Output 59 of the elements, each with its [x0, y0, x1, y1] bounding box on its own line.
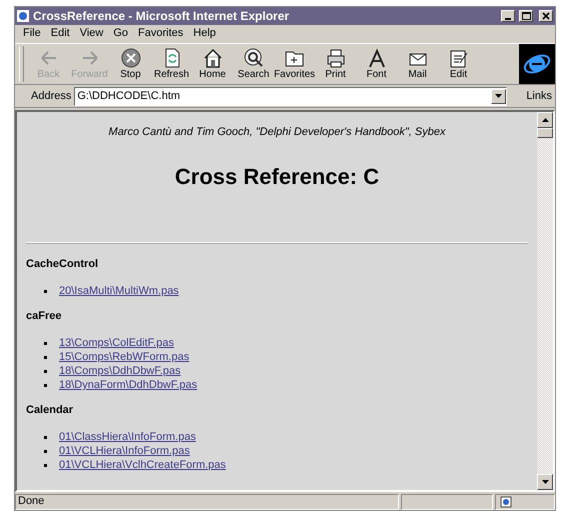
section-heading: Calendar — [26, 404, 74, 416]
file-link[interactable]: 01\VCLHiera\InfoForm.pas — [59, 445, 190, 457]
address-label: Address — [31, 90, 72, 102]
file-link[interactable]: 13\Comps\ColEditF.pas — [59, 337, 174, 349]
scroll-down-button[interactable] — [537, 474, 553, 490]
bullet — [44, 384, 47, 386]
window-title: CrossReference - Microsoft Internet Explorer — [33, 9, 290, 23]
file-link[interactable]: 15\Comps\RebWForm.pas — [59, 351, 190, 363]
bullet — [44, 436, 47, 438]
toolbar-button[interactable]: Stop — [110, 44, 151, 84]
search-icon — [242, 47, 264, 69]
close-button[interactable] — [539, 10, 553, 22]
toolbar-button[interactable]: Print — [315, 44, 356, 84]
file-link[interactable]: 18\DynaForm\DdhDbwF.pas — [59, 379, 198, 391]
bullet — [44, 356, 47, 358]
scrollbar[interactable] — [537, 112, 553, 490]
scroll-up-button[interactable] — [537, 112, 553, 128]
maximize-icon — [522, 12, 530, 20]
section-heading: CacheControl — [26, 258, 98, 270]
maximize-button[interactable] — [519, 10, 533, 22]
status-text: Done — [18, 495, 44, 507]
menu-item[interactable]: Help — [189, 27, 220, 41]
links-button[interactable]: Links — [526, 90, 552, 102]
address-field[interactable]: G:\DDHCODE\C.htm — [74, 86, 508, 106]
file-link[interactable]: 20\IsaMulti\MultiWm.pas — [59, 285, 179, 297]
bullet — [44, 450, 47, 452]
menu-item[interactable]: Edit — [46, 27, 74, 41]
down-arrow-icon — [542, 480, 548, 484]
page-heading: Cross Reference: C — [174, 164, 380, 190]
bullet — [44, 290, 47, 292]
section-heading: caFree — [26, 310, 62, 322]
file-link[interactable]: 18\Comps\DdhDbwF.pas — [59, 365, 181, 377]
bullet — [44, 464, 47, 466]
scroll-thumb[interactable] — [537, 128, 553, 138]
printer-icon — [324, 47, 346, 69]
toolbar-button[interactable]: Font — [356, 44, 397, 84]
menu-item[interactable]: View — [76, 27, 108, 41]
close-icon — [542, 12, 550, 20]
toolbar-button[interactable]: Mail — [397, 44, 438, 84]
credit-text: Marco Cantù and Tim Gooch, "Delphi Developer's Handbook", Sybex — [108, 126, 447, 138]
bullet — [44, 370, 47, 372]
house-icon — [202, 47, 224, 69]
toolbar-button[interactable]: Search — [233, 44, 274, 84]
toolbar-button[interactable]: Refresh — [151, 44, 192, 84]
file-link[interactable]: 01\VCLHiera\VclhCreateForm.pas — [59, 459, 226, 471]
dropdown-arrow-icon — [495, 94, 502, 98]
app-icon — [17, 10, 29, 22]
menu-item[interactable]: File — [19, 27, 45, 41]
toolbar-button[interactable]: Home — [192, 44, 233, 84]
stop-icon — [120, 47, 142, 69]
toolbar-button[interactable]: Favorites — [274, 44, 315, 84]
zone-icon — [500, 496, 512, 508]
minimize-button[interactable] — [501, 10, 515, 22]
bullet — [44, 342, 47, 344]
menu-item[interactable]: Go — [109, 27, 132, 41]
menu-item[interactable]: Favorites — [134, 27, 188, 41]
toolbar-button[interactable]: Edit — [438, 44, 479, 84]
file-link[interactable]: 01\ClassHiera\InfoForm.pas — [59, 431, 196, 443]
up-arrow-icon — [542, 118, 548, 122]
